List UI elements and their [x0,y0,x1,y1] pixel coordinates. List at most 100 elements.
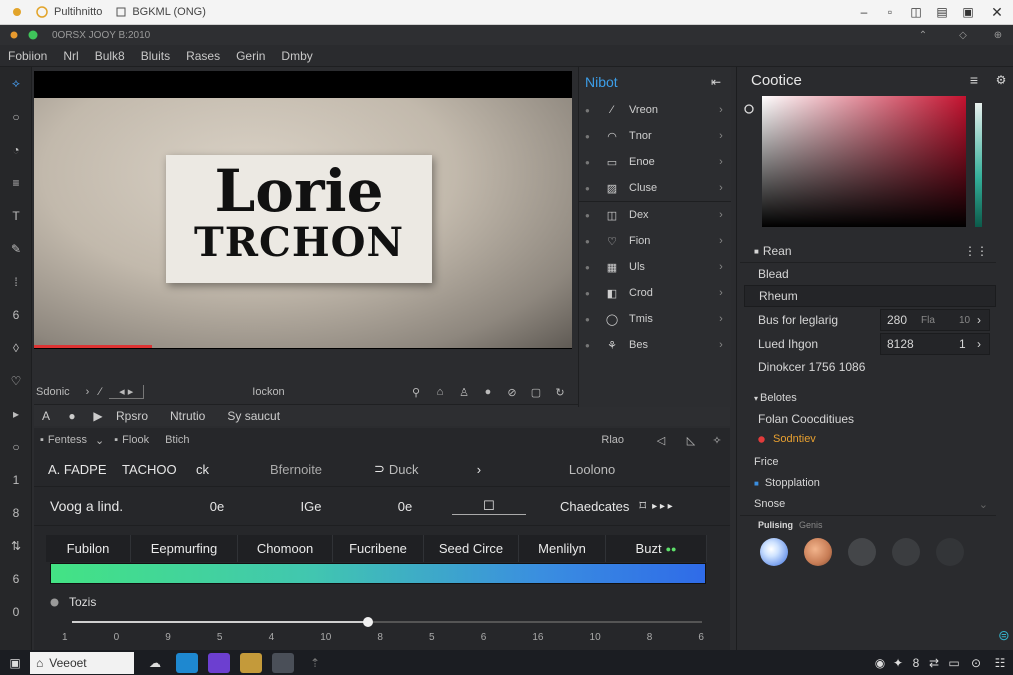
layer-item[interactable]: ● ◯ Tmis › [579,306,731,332]
effect-button-5[interactable]: Seed Circe [424,535,519,562]
pin-icon[interactable]: ⊕ [983,30,1013,41]
gear-tray-icon[interactable]: ✦ [889,656,907,670]
settings-icon[interactable]: ⚙ [989,73,1013,87]
chevron-right-icon[interactable]: › [711,104,731,116]
circle-tool-icon[interactable]: ○ [0,100,32,133]
chevron-right-icon[interactable]: › [711,287,731,299]
one-tool-icon[interactable]: 1 [0,463,32,496]
taskbar-app-6[interactable]: ⇡ [304,653,326,673]
param-a-chevron-icon[interactable]: › [977,313,981,327]
menu-item-3[interactable]: Bulk8 [87,46,133,66]
layout-icon[interactable]: ◫ [903,5,929,19]
wand-icon[interactable]: ✧ [704,434,730,447]
layer-item[interactable]: ● ▨ Cluse › [579,175,731,201]
hamburger-icon[interactable]: ≡ [959,72,989,88]
layer-item[interactable]: ● ▭ Enoe › [579,149,731,175]
notification-icon[interactable]: ☷ [987,656,1013,670]
close-icon[interactable]: ✕ [981,4,1013,21]
six-tool-icon[interactable]: 6 [0,562,32,595]
header-b[interactable]: Flook [122,434,149,446]
chevron-down-icon[interactable]: ⌄ [95,434,104,447]
clock-tray-icon[interactable]: ⊙ [965,656,987,670]
menu-item-1[interactable]: Fobiion [0,46,55,66]
header-a[interactable]: Fentess [48,434,87,446]
number-tool-icon[interactable]: 6 [0,298,32,331]
conditions-row[interactable]: Folan Coocditiues [740,409,996,429]
drop-tool-icon[interactable]: ◊ [0,331,32,364]
effect-button-3[interactable]: Chomoon [238,535,333,562]
pen-tool-icon[interactable]: ✎ [0,232,32,265]
chevron-right-icon[interactable]: › [469,462,489,477]
refresh-icon[interactable]: ↻ [548,386,572,399]
ruler-icon[interactable]: ◺ [678,434,704,447]
layer-item[interactable]: ● ▦ Uls › [579,254,731,280]
effect-button-4[interactable]: Fucribene [333,535,424,562]
arrow-icon[interactable]: › [86,386,90,398]
effect-button-1[interactable]: Fubilon [46,535,131,562]
taskbar-app-4[interactable] [240,652,262,673]
timeline-btn-3[interactable]: Sy saucut [227,409,280,423]
chevron-right-icon[interactable]: › [711,339,731,351]
scrubber-handle[interactable] [363,617,374,627]
blend-row[interactable]: Blead [740,263,996,285]
chevron-right-icon[interactable]: › [711,313,731,325]
track-row-1[interactable]: A. FADPE TACHOO ck Bfernoite ⊃ Duck › Lo… [34,452,730,487]
swatch-gray-3[interactable] [936,538,964,566]
more-dots-icon[interactable]: ⋮⋮ [964,244,988,258]
more-arrows-icon[interactable]: ▸ ▸ ▸ [652,501,673,512]
taskbar-app-5[interactable] [272,652,294,673]
chevron-right-icon[interactable]: › [711,235,731,247]
taskbar-app-3[interactable] [208,652,230,673]
param-b-chevron-icon[interactable]: › [977,337,981,351]
chevron-right-icon[interactable]: › [711,156,731,168]
param-a-field[interactable]: 280 Fla 10 › [880,309,990,331]
timeline-btn-1[interactable]: Rpsro [116,409,148,423]
layer-item[interactable]: ● ♡ Fion › [579,228,731,254]
track-row-2[interactable]: Voog a lind. 0e IGe 0e ☐ Chaedcates ⌑ ▸ … [34,487,730,526]
menu-item-4[interactable]: Bluits [133,46,178,66]
color-saturation-square[interactable] [762,96,966,227]
timeline-scrubber[interactable] [72,617,702,627]
text-tool-icon[interactable]: T [0,199,32,232]
folder-icon[interactable]: ⌑ [639,498,646,514]
battery-tray-icon[interactable]: ▭ [943,656,965,670]
menu-item-6[interactable]: Gerin [228,46,273,66]
eight-tray-icon[interactable]: 8 [907,656,925,670]
swatch-gray-1[interactable] [848,538,876,566]
menu-item-7[interactable]: Dmby [273,46,320,66]
link-icon[interactable]: ⊘ [500,386,524,399]
taskbar-search[interactable]: ⌂ Veeoet [30,651,134,674]
minimize-icon[interactable]: – [851,5,877,19]
lock-icon[interactable]: ▣ [955,5,981,19]
param-b-field[interactable]: 8128 1 › [880,333,990,355]
select-tool-icon[interactable]: ⟡ [0,67,32,100]
start-icon[interactable]: ▣ [0,656,30,670]
search-icon[interactable]: ⚲ [404,386,428,399]
heart-tool-icon[interactable]: ♡ [0,364,32,397]
radio-tool-icon[interactable]: ○ [0,430,32,463]
swap-tool-icon[interactable]: ⇅ [0,529,32,562]
bell-icon[interactable]: ♙ [452,386,476,399]
effect-button-2[interactable]: Eepmurfing [131,535,238,562]
swatch-blue[interactable] [760,538,788,566]
chevron-right-icon[interactable]: › [711,130,731,142]
chevron-right-icon[interactable]: › [711,261,731,273]
gauge-tool-icon[interactable]: ◔ [0,133,32,166]
tag-tool-icon[interactable]: ◁ [644,434,678,447]
panel-toggle-icon[interactable]: ⇤ [701,75,731,89]
taskbar-app-2[interactable] [176,652,198,673]
panel-icon[interactable]: ▤ [929,5,955,19]
menu-item-5[interactable]: Rases [178,46,228,66]
gradient-clip[interactable] [50,563,706,584]
hue-slider[interactable] [975,103,982,227]
collapse-icon[interactable]: ⌄ [979,498,988,511]
triangle-down-icon[interactable]: ▾ [754,394,758,403]
restore-icon[interactable]: ▫ [877,5,903,19]
rheum-row[interactable]: Rheum [744,285,996,307]
sync-tray-icon[interactable]: ⇄ [925,656,943,670]
layer-item[interactable]: ● ◫ Dex › [579,201,731,228]
timeline-btn-2[interactable]: Ntrutio [170,409,205,423]
stack-tool-icon[interactable]: ≡ [0,166,32,199]
eight-tool-icon[interactable]: 8 [0,496,32,529]
play-icon[interactable]: ▶ [86,409,110,423]
